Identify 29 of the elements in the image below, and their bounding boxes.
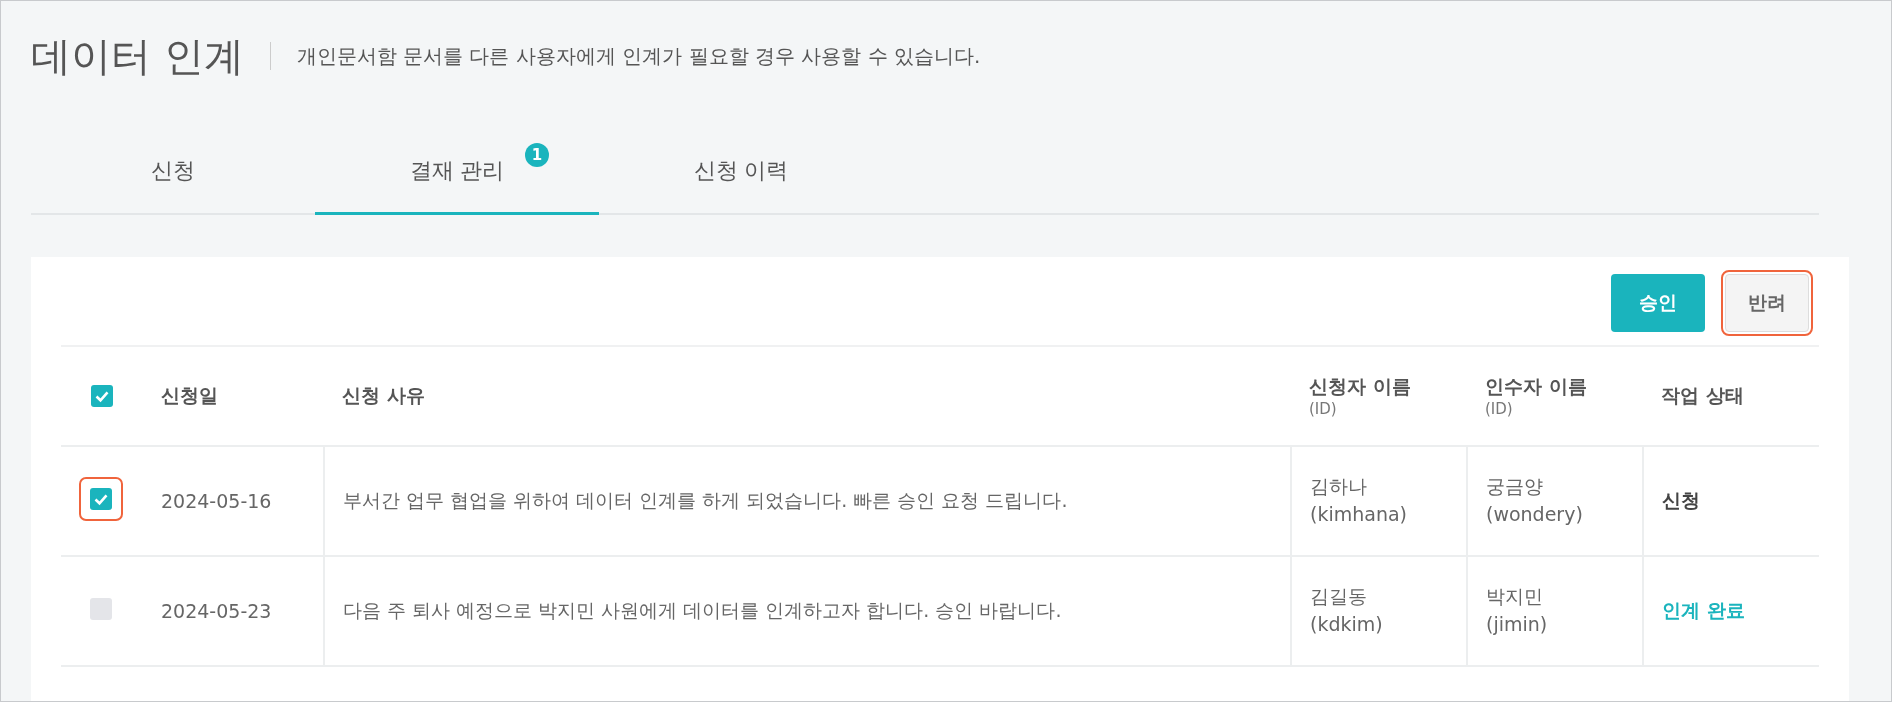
applicant-id: (kimhana) <box>1310 502 1408 527</box>
checkbox[interactable] <box>79 477 123 521</box>
status-text: 인계 완료 <box>1662 599 1745 621</box>
receiver-name: 궁금양 <box>1486 474 1544 500</box>
receiver-id: (jimin) <box>1486 612 1549 637</box>
page-description: 개인문서함 문서를 다른 사용자에게 인계가 필요할 경우 사용할 수 있습니다. <box>296 42 981 70</box>
column-header: 인수자 이름 <box>1485 375 1587 397</box>
column-header: 신청 사유 <box>342 384 425 406</box>
column-subheader: (ID) <box>1309 400 1338 418</box>
reason-text: 부서간 업무 협업을 위하여 데이터 인계를 하게 되었습니다. 빠른 승인 요청 드립니다. <box>343 489 1068 511</box>
receiver-id: (wondery) <box>1486 502 1584 527</box>
page-title: 데이터 인계 <box>31 31 244 81</box>
applicant-id: (kdkim) <box>1310 612 1384 637</box>
column-header: 작업 상태 <box>1661 384 1744 406</box>
tab[interactable]: 신청 <box>31 129 315 215</box>
count-badge: 1 <box>525 143 549 167</box>
column-header: 신청자 이름 <box>1309 375 1411 397</box>
receiver-name: 박지민 <box>1486 584 1544 610</box>
column-subheader: (ID) <box>1485 400 1514 418</box>
applicant-name: 김하나 <box>1310 474 1368 500</box>
date-text: 2024-05-23 <box>161 600 272 622</box>
date-text: 2024-05-16 <box>161 490 272 512</box>
reason-text: 다음 주 퇴사 예정으로 박지민 사원에게 데이터를 인계하고자 합니다. 승인 바랍니다. <box>343 599 1062 621</box>
status-text: 신청 <box>1662 489 1700 511</box>
column-header: 신청일 <box>161 384 218 406</box>
applicant-name: 김길동 <box>1310 584 1368 610</box>
tab[interactable]: 결재 관리 1 <box>315 129 599 215</box>
checkbox[interactable] <box>91 385 113 407</box>
tab[interactable]: 신청 이력 <box>599 129 883 215</box>
